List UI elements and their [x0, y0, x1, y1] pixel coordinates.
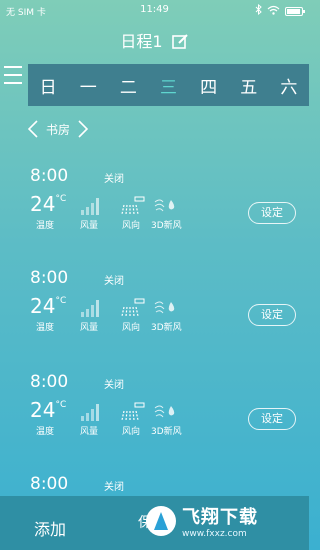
set-button[interactable]: 设定 [248, 202, 296, 224]
fresh-air-icon [154, 199, 175, 212]
fan-speed-icon [81, 198, 99, 215]
chevron-left-icon[interactable] [28, 120, 38, 138]
fan-label: 风量 [80, 221, 99, 231]
schedule-entry: 8:00 关闭 24°C 温度 风量 风向 3D新风 设定 [0, 372, 309, 472]
direction-label: 风向 [122, 323, 141, 333]
page-title: 日程1 [120, 32, 163, 51]
watermark-url: www.fxxz.com [182, 529, 247, 539]
fan-speed-icon [81, 300, 99, 317]
fresh-air-icon [154, 301, 175, 314]
set-button[interactable]: 设定 [248, 304, 296, 326]
fan-label: 风量 [80, 427, 99, 437]
menu-icon[interactable] [4, 66, 24, 86]
wind-direction-icon [121, 298, 145, 317]
temp-label: 温度 [36, 323, 55, 333]
watermark: 飞翔下载 www.fxxz.com [146, 494, 306, 548]
schedule-entry: 8:00 关闭 24°C 温度 风量 风向 3D新风 设定 [0, 166, 309, 266]
entry-state: 关闭 [104, 174, 124, 185]
entry-temp: 24°C [30, 398, 67, 422]
entry-time: 8:00 [30, 372, 69, 392]
weekday-wed[interactable]: 三 [148, 73, 188, 98]
entry-time: 8:00 [30, 268, 69, 288]
room-selector: 书房 [28, 120, 89, 138]
fresh-air-label: 3D新风 [151, 221, 182, 231]
fresh-air-label: 3D新风 [151, 427, 182, 437]
edit-icon[interactable] [171, 33, 189, 54]
fresh-air-label: 3D新风 [151, 323, 182, 333]
schedule-entry: 8:00 关闭 [0, 474, 309, 496]
watermark-text: 飞翔下载 [182, 507, 258, 528]
weekday-tue[interactable]: 二 [108, 73, 148, 98]
weekday-sat[interactable]: 六 [269, 73, 309, 98]
weekday-sun[interactable]: 日 [28, 73, 68, 98]
entry-time: 8:00 [30, 166, 69, 186]
weekday-mon[interactable]: 一 [68, 73, 108, 98]
battery-icon [285, 6, 305, 16]
weekday-fri[interactable]: 五 [229, 73, 269, 98]
bluetooth-icon [255, 3, 262, 18]
wifi-icon [267, 5, 280, 18]
schedule-entry: 8:00 关闭 24°C 温度 风量 风向 3D新风 设定 [0, 268, 309, 368]
entry-temp: 24°C [30, 192, 67, 216]
temp-label: 温度 [36, 221, 55, 231]
status-bar: 无 SIM 卡 11:49 [0, 0, 309, 22]
entry-time: 8:00 [30, 474, 69, 494]
entry-state: 关闭 [104, 276, 124, 287]
wind-direction-icon [121, 402, 145, 421]
room-name: 书房 [46, 122, 71, 137]
temp-label: 温度 [36, 427, 55, 437]
fan-label: 风量 [80, 323, 99, 333]
direction-label: 风向 [122, 427, 141, 437]
add-button[interactable]: 添加 [34, 516, 66, 540]
page-header: 日程1 [0, 28, 309, 54]
entry-temp: 24°C [30, 294, 67, 318]
weekday-bar: 日 一 二 三 四 五 六 [28, 64, 309, 106]
status-icons [255, 3, 305, 18]
fresh-air-icon [154, 405, 175, 418]
chevron-right-icon[interactable] [78, 120, 89, 138]
direction-label: 风向 [122, 221, 141, 231]
set-button[interactable]: 设定 [248, 408, 296, 430]
weekday-thu[interactable]: 四 [189, 73, 229, 98]
watermark-logo-icon [146, 506, 176, 536]
wind-direction-icon [121, 196, 145, 215]
entry-state: 关闭 [104, 482, 124, 493]
fan-speed-icon [81, 404, 99, 421]
entry-state: 关闭 [104, 380, 124, 391]
